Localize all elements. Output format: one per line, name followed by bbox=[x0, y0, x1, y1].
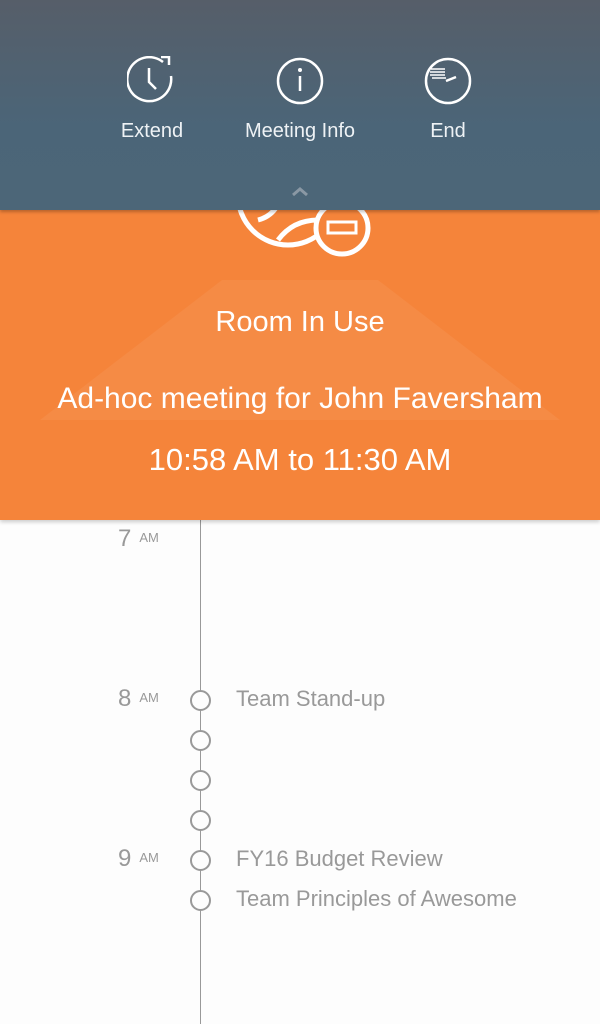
hour-label: 8 AM bbox=[118, 685, 159, 712]
end-time: 11:30 AM bbox=[322, 442, 452, 477]
clock-end-icon bbox=[424, 57, 472, 105]
end-label: End bbox=[430, 120, 466, 142]
timeslot-dot[interactable] bbox=[190, 850, 211, 871]
event-item[interactable]: Team Principles of Awesome bbox=[236, 886, 517, 912]
timeslot-dot[interactable] bbox=[190, 690, 211, 711]
hour-label: 9 AM bbox=[118, 845, 159, 872]
meeting-time: 10:58 AM to 11:30 AM bbox=[0, 442, 600, 478]
schedule-timeline[interactable]: 7 AM 8 AM 9 AM Team Stand-up FY16 Budget Re… bbox=[0, 520, 600, 1024]
info-icon bbox=[276, 57, 324, 105]
event-item[interactable]: FY16 Budget Review bbox=[236, 846, 443, 872]
timeslot-dot[interactable] bbox=[190, 770, 211, 791]
chevron-up-icon[interactable] bbox=[291, 186, 309, 196]
meeting-info-button[interactable]: Meeting Info bbox=[230, 56, 370, 143]
end-button[interactable]: End bbox=[378, 56, 518, 143]
room-status: Room In Use bbox=[215, 306, 385, 338]
timeslot-dot[interactable] bbox=[190, 810, 211, 831]
extend-label: Extend bbox=[120, 120, 184, 142]
meeting-title: Ad-hoc meeting for John Faversham bbox=[57, 382, 543, 415]
room-status-banner: Room In Use Ad-hoc meeting for John Fave… bbox=[0, 210, 600, 520]
clock-extend-icon bbox=[127, 56, 173, 103]
time-separator: to bbox=[288, 442, 315, 477]
timeslot-dot[interactable] bbox=[190, 890, 211, 911]
start-time: 10:58 AM bbox=[148, 442, 280, 477]
action-panel: Extend Meeting Info End bbox=[0, 0, 600, 210]
event-item[interactable]: Team Stand-up bbox=[236, 686, 385, 712]
timeslot-dot[interactable] bbox=[190, 730, 211, 751]
hour-label: 7 AM bbox=[118, 525, 159, 552]
meeting-info-label: Meeting Info bbox=[244, 120, 356, 142]
room-busy-icon bbox=[237, 210, 371, 257]
extend-button[interactable]: Extend bbox=[82, 56, 222, 143]
